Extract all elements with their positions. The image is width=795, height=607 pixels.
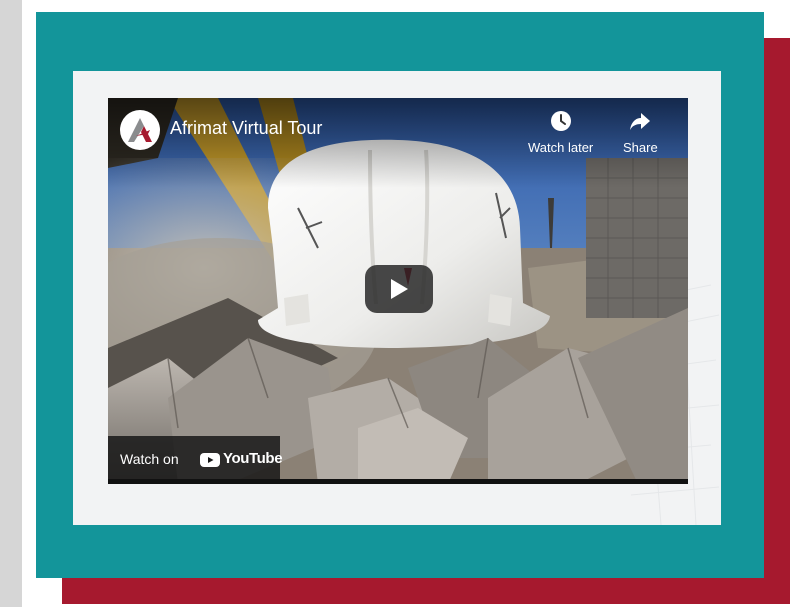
video-title[interactable]: Afrimat Virtual Tour (170, 118, 322, 139)
youtube-logo-icon (200, 453, 220, 467)
watch-on-youtube-button[interactable]: Watch on YouTube (108, 436, 283, 484)
afrimat-logo-icon[interactable] (120, 110, 160, 150)
share-button[interactable]: Share (623, 108, 658, 155)
youtube-brand-text: YouTube (223, 450, 283, 467)
clock-icon (550, 111, 571, 131)
share-arrow-icon (630, 113, 651, 130)
share-label: Share (623, 140, 658, 155)
play-button[interactable] (365, 265, 433, 313)
watch-on-label: Watch on (120, 451, 179, 467)
watch-later-label: Watch later (528, 140, 594, 155)
play-icon (391, 279, 408, 299)
left-gray-strip (0, 0, 22, 607)
embedded-video-player[interactable]: Afrimat Virtual Tour Watch later Share W… (108, 98, 688, 484)
video-bottom-bar (108, 479, 688, 484)
watch-later-button[interactable]: Watch later (528, 108, 593, 155)
top-overlay (108, 98, 688, 188)
